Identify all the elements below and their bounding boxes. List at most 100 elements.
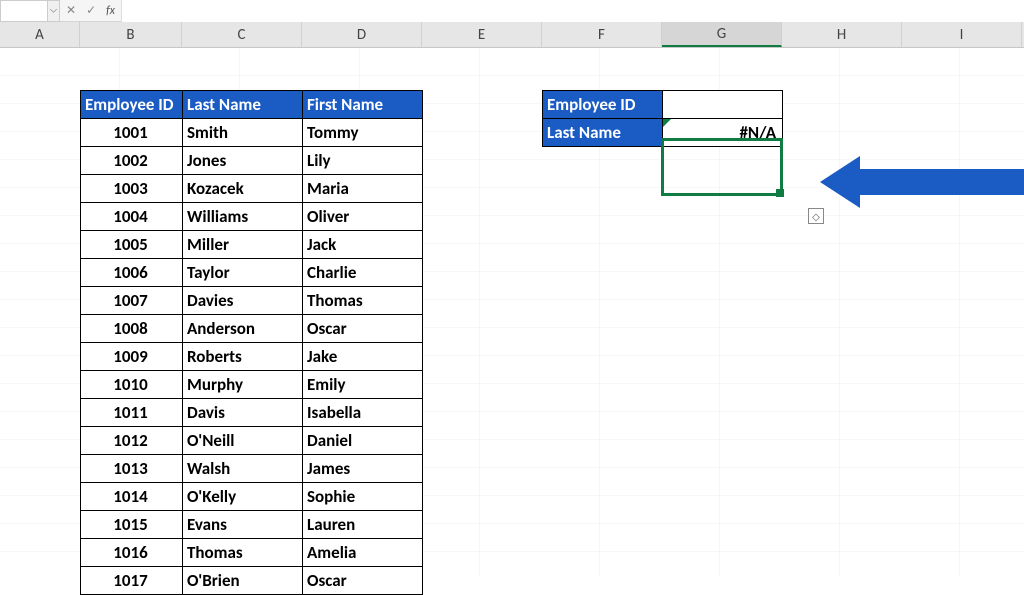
col-head-H[interactable]: H [782,22,902,47]
col-head-F[interactable]: F [542,22,662,47]
lookup-label-lastname[interactable]: Last Name [543,119,663,147]
cell-firstname[interactable]: Amelia [303,539,423,567]
col-head-B[interactable]: B [80,22,182,47]
cell-firstname[interactable]: James [303,455,423,483]
cell-lastname[interactable]: Roberts [183,343,303,371]
name-box-dropdown[interactable] [48,0,60,22]
lookup-label-empid[interactable]: Employee ID [543,91,663,119]
cell-empid[interactable]: 1014 [81,483,183,511]
table-row: 1009RobertsJake [81,343,423,371]
header-lastname[interactable]: Last Name [183,91,303,119]
cell-empid[interactable]: 1016 [81,539,183,567]
col-head-E[interactable]: E [422,22,542,47]
cell-empid[interactable]: 1007 [81,287,183,315]
cell-empid[interactable]: 1013 [81,455,183,483]
cell-firstname[interactable]: Jake [303,343,423,371]
cell-lastname[interactable]: O'Brien [183,567,303,595]
cancel-icon[interactable]: ✕ [66,3,76,18]
lookup-value-lastname[interactable]: #N/A [663,119,783,147]
cell-lastname[interactable]: Taylor [183,259,303,287]
fx-icon[interactable]: fx [106,4,115,18]
lookup-row-lastname: Last Name #N/A [543,119,783,147]
cell-firstname[interactable]: Oscar [303,315,423,343]
worksheet-grid[interactable]: Employee ID Last Name First Name 1001Smi… [0,48,1024,576]
cell-empid[interactable]: 1017 [81,567,183,595]
cell-lastname[interactable]: Davies [183,287,303,315]
lookup-value-empid[interactable] [663,91,783,119]
table-row: 1007DaviesThomas [81,287,423,315]
col-head-A[interactable]: A [0,22,80,47]
autofill-options-icon[interactable]: ◇ [808,208,824,224]
cell-firstname[interactable]: Jack [303,231,423,259]
name-box[interactable] [0,0,48,22]
annotation-arrow [820,156,1024,208]
cell-firstname[interactable]: Charlie [303,259,423,287]
arrow-head-icon [820,156,860,208]
employee-table: Employee ID Last Name First Name 1001Smi… [80,90,423,595]
formula-input[interactable] [121,0,1024,22]
cell-lastname[interactable]: Williams [183,203,303,231]
col-head-I[interactable]: I [902,22,1022,47]
col-head-D[interactable]: D [302,22,422,47]
table-row: 1006TaylorCharlie [81,259,423,287]
cell-empid[interactable]: 1004 [81,203,183,231]
cell-lastname[interactable]: Smith [183,119,303,147]
cell-lastname[interactable]: Miller [183,231,303,259]
enter-icon[interactable]: ✓ [86,3,96,18]
cell-empid[interactable]: 1011 [81,399,183,427]
table-row: 1015EvansLauren [81,511,423,539]
column-headers: A B C D E F G H I [0,22,1024,48]
col-head-C[interactable]: C [182,22,302,47]
cell-firstname[interactable]: Lily [303,147,423,175]
header-firstname[interactable]: First Name [303,91,423,119]
table-row: 1004WilliamsOliver [81,203,423,231]
lookup-row-empid: Employee ID [543,91,783,119]
table-row: 1017O'BrienOscar [81,567,423,595]
table-row: 1005MillerJack [81,231,423,259]
cell-lastname[interactable]: Murphy [183,371,303,399]
cell-firstname[interactable]: Sophie [303,483,423,511]
col-head-G[interactable]: G [662,22,782,47]
cell-empid[interactable]: 1001 [81,119,183,147]
cell-empid[interactable]: 1002 [81,147,183,175]
table-row: 1013WalshJames [81,455,423,483]
table-row: 1003KozacekMaria [81,175,423,203]
cell-empid[interactable]: 1015 [81,511,183,539]
cell-lastname[interactable]: Thomas [183,539,303,567]
cell-lastname[interactable]: Jones [183,147,303,175]
cell-firstname[interactable]: Lauren [303,511,423,539]
cell-lastname[interactable]: Evans [183,511,303,539]
cell-lastname[interactable]: Davis [183,399,303,427]
cell-firstname[interactable]: Isabella [303,399,423,427]
table-row: 1001SmithTommy [81,119,423,147]
lookup-table: Employee ID Last Name #N/A [542,90,783,147]
cell-firstname[interactable]: Tommy [303,119,423,147]
cell-empid[interactable]: 1005 [81,231,183,259]
cell-firstname[interactable]: Daniel [303,427,423,455]
table-row: 1011DavisIsabella [81,399,423,427]
cell-empid[interactable]: 1010 [81,371,183,399]
cell-lastname[interactable]: Anderson [183,315,303,343]
cell-lastname[interactable]: Walsh [183,455,303,483]
cell-firstname[interactable]: Emily [303,371,423,399]
formula-bar: ✕ ✓ fx [0,0,1024,22]
cell-firstname[interactable]: Maria [303,175,423,203]
cell-lastname[interactable]: Kozacek [183,175,303,203]
table-row: 1002JonesLily [81,147,423,175]
cell-lastname[interactable]: O'Kelly [183,483,303,511]
cell-lastname[interactable]: O'Neill [183,427,303,455]
arrow-bar [860,169,1024,195]
table-header-row: Employee ID Last Name First Name [81,91,423,119]
cell-empid[interactable]: 1003 [81,175,183,203]
cell-empid[interactable]: 1008 [81,315,183,343]
table-row: 1008AndersonOscar [81,315,423,343]
cell-empid[interactable]: 1006 [81,259,183,287]
cell-firstname[interactable]: Oliver [303,203,423,231]
header-empid[interactable]: Employee ID [81,91,183,119]
cell-firstname[interactable]: Oscar [303,567,423,595]
cell-empid[interactable]: 1012 [81,427,183,455]
cell-empid[interactable]: 1009 [81,343,183,371]
table-row: 1014O'KellySophie [81,483,423,511]
table-row: 1012O'NeillDaniel [81,427,423,455]
cell-firstname[interactable]: Thomas [303,287,423,315]
